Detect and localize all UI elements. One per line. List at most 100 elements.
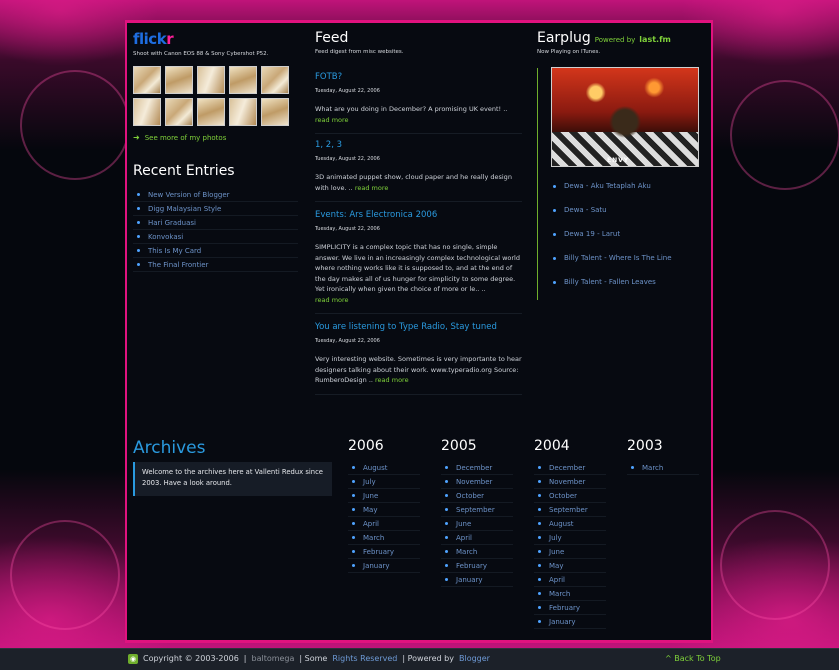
archive-month-link[interactable]: January — [441, 573, 513, 587]
photo-thumbnail[interactable] — [165, 66, 193, 94]
archive-month-link[interactable]: March — [627, 461, 699, 475]
more-photos-link[interactable]: ➜ See more of my photos — [133, 133, 303, 142]
bullet-icon — [352, 466, 355, 469]
archive-month-link-label: June — [456, 519, 472, 528]
post-excerpt: Very interesting website. Sometimes is v… — [315, 355, 522, 384]
decor-swirl — [10, 520, 120, 630]
archive-month-link[interactable]: September — [534, 503, 606, 517]
photo-thumbnail[interactable] — [229, 98, 257, 126]
archive-month-link[interactable]: December — [534, 461, 606, 475]
post-date: Tuesday, August 22, 2006 — [315, 226, 380, 232]
footer: ◉ Copyright © 2003-2006 | baltomega | So… — [0, 648, 839, 670]
lastfm-logo[interactable]: last.fm — [639, 35, 671, 44]
archive-month-link[interactable]: April — [441, 531, 513, 545]
archive-month-link[interactable]: June — [534, 545, 606, 559]
archive-month-link[interactable]: October — [441, 489, 513, 503]
archive-month-link-label: November — [549, 477, 586, 486]
photo-thumbnail[interactable] — [133, 66, 161, 94]
photo-thumbnail[interactable] — [197, 98, 225, 126]
archive-month-link[interactable]: November — [441, 475, 513, 489]
photo-thumbnail[interactable] — [133, 98, 161, 126]
track-link[interactable]: Dewa - Satu — [553, 198, 708, 222]
rights-link[interactable]: Rights Reserved — [332, 652, 397, 666]
archive-month-link-label: February — [456, 561, 488, 570]
archive-month-link[interactable]: November — [534, 475, 606, 489]
archive-month-link-label: March — [363, 533, 385, 542]
recent-entry-link[interactable]: The Final Frontier — [133, 258, 298, 272]
photo-thumbnail[interactable] — [229, 66, 257, 94]
archive-month-link[interactable]: June — [441, 517, 513, 531]
archive-month-link[interactable]: April — [348, 517, 420, 531]
recent-entry-link[interactable]: New Version of Blogger — [133, 188, 298, 202]
recent-entry-link[interactable]: Konvokasi — [133, 230, 298, 244]
archive-month-link[interactable]: February — [534, 601, 606, 615]
bullet-icon — [445, 564, 448, 567]
archive-month-link[interactable]: August — [534, 517, 606, 531]
bullet-icon — [445, 536, 448, 539]
track-link-label: Billy Talent - Fallen Leaves — [564, 278, 656, 286]
archive-month-link[interactable]: September — [441, 503, 513, 517]
album-art[interactable]: ENVY — [551, 67, 699, 167]
archive-month-link[interactable]: May — [348, 503, 420, 517]
flickr-logo[interactable]: flickr — [133, 30, 303, 48]
archive-month-link[interactable]: July — [534, 531, 606, 545]
read-more-link[interactable]: read more — [315, 296, 349, 304]
rss-icon[interactable]: ◉ — [128, 654, 138, 664]
track-link[interactable]: Billy Talent - Where Is The Line — [553, 246, 708, 270]
read-more-link[interactable]: read more — [375, 376, 409, 384]
archive-year-column: 2006 August July June May April March February J… — [348, 438, 420, 573]
feed-post: 1, 2, 3 Tuesday, August 22, 2006 3D animat… — [315, 140, 522, 202]
archive-month-link[interactable]: October — [534, 489, 606, 503]
archive-month-link[interactable]: March — [534, 587, 606, 601]
photo-thumbnail[interactable] — [261, 98, 289, 126]
archive-month-link[interactable]: June — [348, 489, 420, 503]
earplug-divider — [537, 68, 538, 300]
flickr-thumbnails — [133, 66, 303, 126]
flickr-subtitle: Shoot with Canon EOS 88 & Sony Cybershot… — [133, 51, 269, 57]
post-title-link[interactable]: You are listening to Type Radio, Stay tu… — [315, 322, 522, 332]
post-title-link[interactable]: Events: Ars Electronica 2006 — [315, 210, 522, 220]
archive-month-link[interactable]: January — [534, 615, 606, 629]
bullet-icon — [445, 466, 448, 469]
archive-month-link-label: March — [642, 463, 664, 472]
archive-month-link[interactable]: August — [348, 461, 420, 475]
read-more-link[interactable]: read more — [355, 184, 389, 192]
archive-month-link[interactable]: March — [441, 545, 513, 559]
feed-post: You are listening to Type Radio, Stay tu… — [315, 322, 522, 395]
track-link[interactable]: Dewa 19 - Larut — [553, 222, 708, 246]
post-title-link[interactable]: 1, 2, 3 — [315, 140, 522, 150]
recent-entry-link[interactable]: Digg Malaysian Style — [133, 202, 298, 216]
archive-month-link[interactable]: December — [441, 461, 513, 475]
track-link[interactable]: Billy Talent - Fallen Leaves — [553, 270, 708, 294]
blogger-link[interactable]: Blogger — [459, 652, 490, 666]
photo-thumbnail[interactable] — [197, 66, 225, 94]
track-link-label: Dewa - Satu — [564, 206, 607, 214]
archive-month-link[interactable]: May — [534, 559, 606, 573]
archives-section: Archives Welcome to the archives here at… — [133, 438, 338, 496]
post-title-link[interactable]: FOTB? — [315, 72, 522, 82]
author-link[interactable]: baltomega — [251, 652, 294, 666]
archive-month-link-label: July — [363, 477, 376, 486]
archive-month-link[interactable]: January — [348, 559, 420, 573]
recent-entry-link[interactable]: This Is My Card — [133, 244, 298, 258]
recent-entry-link-label: Digg Malaysian Style — [148, 204, 222, 213]
back-to-top-link[interactable]: ^ Back To Top — [665, 652, 721, 666]
photo-thumbnail[interactable] — [165, 98, 193, 126]
archive-month-link[interactable]: July — [348, 475, 420, 489]
track-link[interactable]: Dewa - Aku Tetaplah Aku — [553, 174, 708, 198]
archive-month-link[interactable]: February — [348, 545, 420, 559]
bullet-icon — [553, 256, 556, 260]
archive-month-link-label: April — [549, 575, 565, 584]
archive-month-link[interactable]: April — [534, 573, 606, 587]
bullet-icon — [352, 522, 355, 525]
read-more-link[interactable]: read more — [315, 116, 349, 124]
bullet-icon — [538, 578, 541, 581]
photo-thumbnail[interactable] — [261, 66, 289, 94]
bullet-icon — [352, 536, 355, 539]
recent-entry-link[interactable]: Hari Graduasi — [133, 216, 298, 230]
post-date: Tuesday, August 22, 2006 — [315, 88, 380, 94]
archive-month-link[interactable]: March — [348, 531, 420, 545]
archive-month-link[interactable]: February — [441, 559, 513, 573]
archive-year-heading: 2006 — [348, 438, 384, 454]
bullet-icon — [538, 494, 541, 497]
